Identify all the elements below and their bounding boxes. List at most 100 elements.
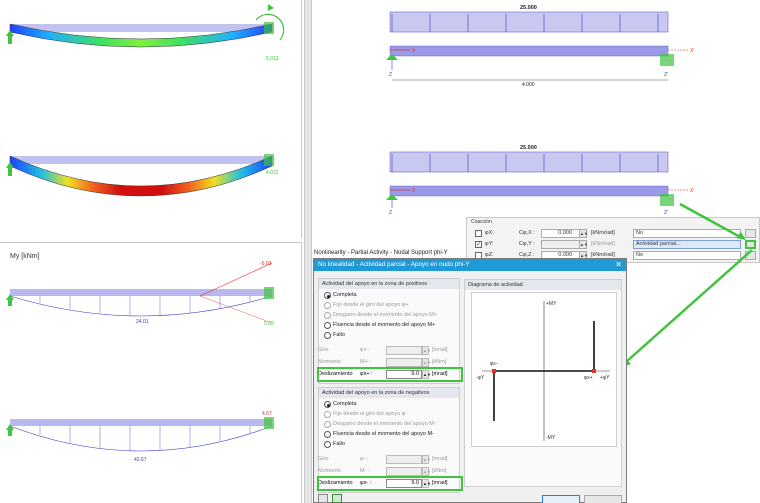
activity-diagram-svg: +MY -MY φs- -φY φs+ +φY [476,301,610,441]
neg-option-completa[interactable]: Completa [324,400,357,409]
moment-support-right-1 [264,287,274,299]
moment-value-right-1: 5.03 [264,321,274,327]
moment-beam-2 [10,419,272,426]
phix-edit-button[interactable] [745,229,756,238]
dialog-caption: Nonlinearity - Partial Activity - Nodal … [314,250,448,256]
pos-option-completa[interactable]: Completa [324,291,357,300]
moment-diagram-canvas: -5.03 24.01 5.03 4.67 42.67 [6,261,274,463]
diagram-point-neg [492,369,496,373]
label-mplus: +MY [546,301,557,307]
label-phiy-minus: -φY [476,375,485,381]
label-phis-plus: φs+ [584,375,593,381]
moment-value-right-2: 4.67 [262,411,272,417]
model-support-right-1 [660,54,674,66]
member-beam-2 [389,185,669,197]
load-value-1: 25.000 [520,5,537,11]
moment-curve-1 [9,295,273,317]
moment-value-mid-2: 42.67 [134,457,147,463]
phiy-nonlinearity-select[interactable]: Actividad parcial... [633,240,741,249]
model-support-right-2 [660,194,674,206]
close-icon[interactable]: ✕ [615,259,622,271]
axis-xprime-1: X' [690,48,694,54]
phiz-edit-button[interactable] [745,251,756,260]
phix-nonlinearity-select[interactable]: No [633,229,741,238]
neg-giro-row: Giro φ- : ▲▼ [mrad] [318,455,448,464]
support-right-1 [264,22,274,34]
moment-diagram-panel[interactable]: My [kNm] -5.03 24.01 5.03 4.67 42.67 [0,242,302,503]
partial-activity-dialog: No linealidad - Actividad parcial - Apoy… [313,258,627,503]
pos-momento-input[interactable] [386,358,422,367]
neg-option-fluencia[interactable]: Fluencia desde el momento del apoyo M- [324,430,434,439]
phix-spinner[interactable]: ▲▼ [579,229,588,238]
ok-button[interactable] [542,495,580,503]
dialog-title: No linealidad - Actividad parcial - Apoy… [318,261,470,268]
pos-giro-row: Giro φ+ : ▲▼ [mrad] [318,346,448,355]
axis-z-2: Z [389,210,392,216]
axis-zprime-2: Z' [664,210,668,216]
phiz-nonlinearity-select[interactable]: No [633,251,741,260]
moment-curve-2 [9,425,273,452]
phix-checkbox[interactable] [475,230,482,237]
phiy-unit: [kNm/rad] [591,241,615,247]
activity-diagram-title: Diagrama de actividad [465,280,621,290]
help-button[interactable] [318,494,328,503]
phix-label: Cφ,X : [519,230,535,236]
moment-value-neg-1: -5.03 [260,261,272,267]
axis-z-1: Z [389,72,392,78]
phiy-edit-button[interactable] [745,240,756,249]
highlight-neg-deslizamiento [317,476,463,491]
dialog-title-bar[interactable]: No linealidad - Actividad parcial - Apoy… [314,259,626,271]
phiy-label: Cφ,Y : [519,241,535,247]
moment-beam-1 [10,289,272,296]
phiy-checkbox[interactable]: ✓ [475,241,482,248]
moment-value-mid-1: 24.01 [136,319,149,325]
cancel-button[interactable] [584,495,622,503]
neg-option-desgarro[interactable]: Desgarro desde el momento del apoyo M- [324,420,436,429]
pos-giro-input[interactable] [386,346,422,355]
pos-option-desgarro[interactable]: Desgarro desde el momento del apoyo M+ [324,311,437,320]
pos-option-fallo[interactable]: Fallo [324,331,345,340]
phiy-symbol: φY: [485,241,494,247]
distributed-load-2 [389,151,669,173]
diagram-point-pos [592,369,596,373]
negative-zone-title: Actividad del apoyo en la zona de negati… [319,388,459,398]
axis-xprime-2: X' [690,188,694,194]
activity-diagram: +MY -MY φs- -φY φs+ +φY [471,292,617,447]
phiy-spinner[interactable]: ▲▼ [579,240,588,249]
info-button[interactable] [332,494,342,503]
pos-option-fijo[interactable]: Fijo desde el giro del apoyo φ+ [324,301,409,310]
neg-giro-input[interactable] [386,455,422,464]
load-value-2: 25.000 [520,145,537,151]
undeformed-beam-2 [10,156,272,164]
pos-option-fluencia[interactable]: Fluencia desde el momento del apoyo M+ [324,321,435,330]
moment-support-right-2 [264,417,274,429]
phix-symbol: φX: [485,230,494,236]
activity-diagram-group: Diagrama de actividad +MY -MY φs- -φY φs… [464,279,622,487]
rotation-value-2: 4.031 [266,170,279,176]
axis-zprime-1: Z' [664,72,668,78]
positive-zone-title: Actividad del apoyo en la zona de positi… [319,279,459,289]
deformation-view-canvas: 5.013 4.031 [6,4,285,197]
support-right-2 [264,154,274,166]
rotation-value: 5.013 [266,56,279,62]
label-mminus: -MY [546,435,556,441]
label-phiy-plus: +φY [600,375,610,381]
coaccion-row-phiy: ✓ φY: Cφ,Y : ▲▼ [kNm/rad] Actividad parc… [467,240,759,250]
neg-momento-input[interactable] [386,467,422,476]
phix-unit: [kNm/rad] [591,230,615,236]
undeformed-beam-1 [10,24,272,32]
neg-option-fijo[interactable]: Fijo desde el giro del apoyo φ- [324,410,407,419]
highlight-pos-deslizamiento [317,367,463,382]
coaccion-row-phix: φX: Cφ,X : 0.000 ▲▼ [kNm/rad] No [467,229,759,239]
positive-zone-group: Actividad del apoyo en la zona de positi… [317,278,463,384]
coaccion-title: Coacción [471,219,492,225]
panel-splitter[interactable] [304,0,312,503]
distributed-load-1 [389,11,669,33]
member-beam-1 [389,45,669,57]
coaccion-panel: Coacción φX: Cφ,X : 0.000 ▲▼ [kNm/rad] N… [466,217,760,263]
negative-zone-group: Actividad del apoyo en la zona de negati… [317,387,463,493]
span-value: 4.000 [522,82,535,88]
deformation-view-panel[interactable]: 5.013 4.031 [0,0,302,238]
neg-option-fallo[interactable]: Fallo [324,440,345,449]
label-phis-minus: φs- [490,361,498,367]
